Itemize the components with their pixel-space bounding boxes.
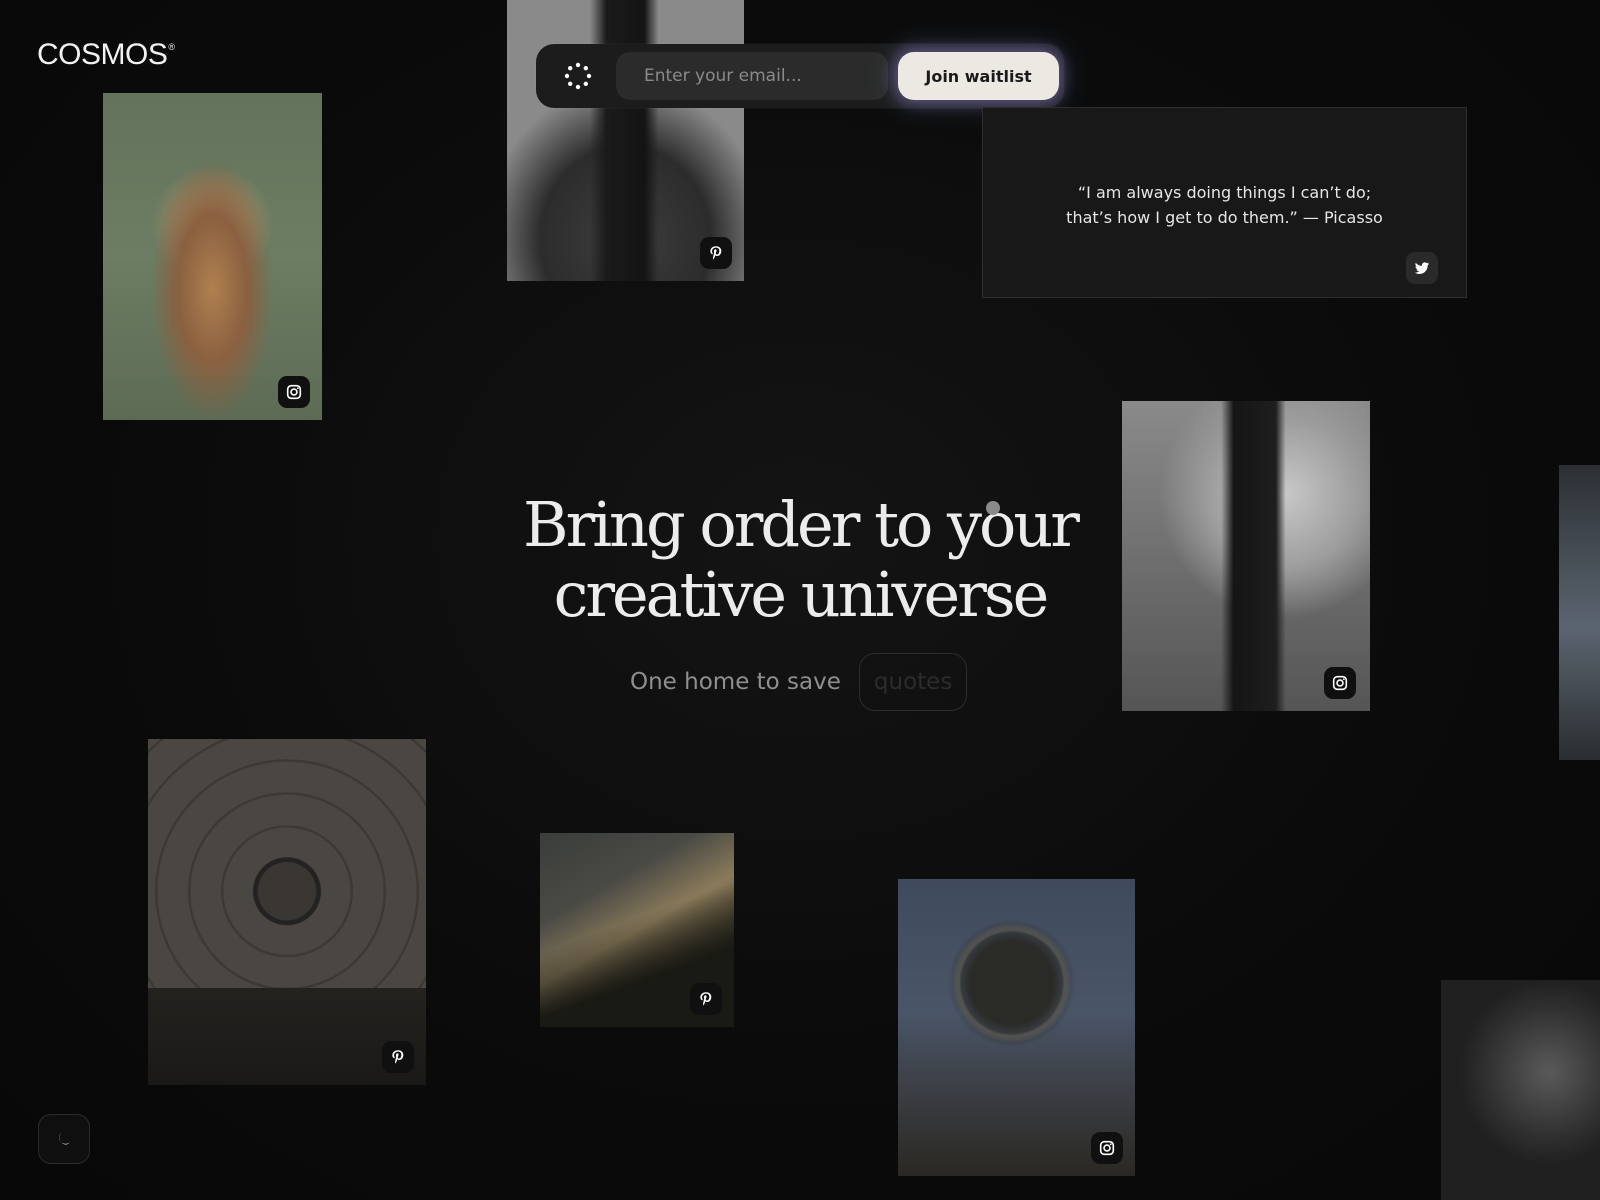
photo-card-draped-figure[interactable] bbox=[1122, 401, 1370, 711]
photo-card-balloon-interior[interactable] bbox=[148, 739, 426, 1085]
quote-line-1: “I am always doing things I can’t do; bbox=[1077, 183, 1372, 202]
pinterest-icon[interactable] bbox=[382, 1041, 414, 1073]
quote-text: “I am always doing things I can’t do; th… bbox=[983, 180, 1466, 230]
photo-card-hair-clips[interactable] bbox=[507, 0, 744, 281]
instagram-icon[interactable] bbox=[1091, 1132, 1123, 1164]
spinner-icon bbox=[564, 62, 592, 90]
hero-heading: Bring order to your creative universe bbox=[500, 490, 1100, 630]
hero: Bring order to your creative universe bbox=[500, 490, 1100, 630]
registered-mark: ® bbox=[168, 42, 175, 52]
join-waitlist-button[interactable]: Join waitlist bbox=[898, 52, 1059, 100]
waitlist-form: Join waitlist bbox=[536, 44, 1064, 108]
instagram-icon[interactable] bbox=[1324, 667, 1356, 699]
quote-card[interactable]: “I am always doing things I can’t do; th… bbox=[982, 107, 1467, 298]
subline-lead: One home to save bbox=[630, 669, 841, 695]
pinterest-icon[interactable] bbox=[690, 983, 722, 1015]
hero-heading-line-1: Bring order to your bbox=[523, 488, 1080, 561]
photo-card-partial-bottom-right[interactable] bbox=[1441, 980, 1600, 1200]
email-input[interactable] bbox=[616, 52, 888, 100]
photo-card-dandelion-lights[interactable] bbox=[898, 879, 1135, 1176]
hero-heading-line-2: creative universe bbox=[553, 558, 1050, 631]
brand-name: COSMOS bbox=[37, 38, 168, 71]
rotating-word: quotes bbox=[858, 653, 968, 711]
moon-icon bbox=[59, 1133, 70, 1145]
pinterest-icon[interactable] bbox=[700, 237, 732, 269]
photo-card-partial-right[interactable] bbox=[1559, 465, 1600, 760]
theme-toggle-button[interactable] bbox=[38, 1114, 90, 1164]
quote-line-2: that’s how I get to do them.” — Picasso bbox=[1066, 208, 1383, 227]
twitter-icon[interactable] bbox=[1406, 252, 1438, 284]
cursor-dot bbox=[986, 501, 1000, 515]
landing-page: COSMOS® Enter your email... Join waitlis… bbox=[0, 0, 1600, 1200]
photo-card-hillside[interactable] bbox=[540, 833, 734, 1027]
instagram-icon[interactable] bbox=[278, 376, 310, 408]
hero-subline: One home to save quotes bbox=[630, 652, 968, 712]
brand-logo[interactable]: COSMOS® bbox=[37, 38, 175, 72]
photo-card-figure-green[interactable] bbox=[103, 93, 322, 420]
